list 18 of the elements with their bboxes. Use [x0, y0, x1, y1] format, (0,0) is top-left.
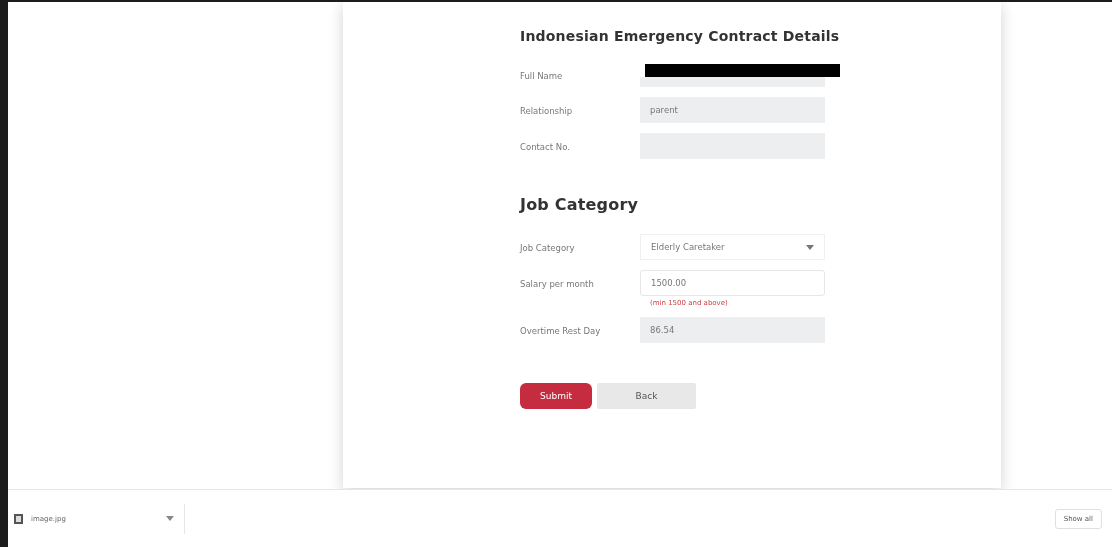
- field-label: Salary per month: [520, 278, 595, 289]
- caret-icon: [806, 244, 814, 250]
- field-label: Full Name: [520, 70, 564, 81]
- input-field[interactable]: 1500.00: [640, 270, 825, 296]
- field-label: Job Category: [520, 242, 576, 253]
- submit-button[interactable]: Submit: [520, 383, 592, 409]
- field-label: Overtime Rest Day: [520, 325, 602, 336]
- input-field[interactable]: [640, 77, 825, 87]
- section-title: Indonesian Emergency Contract Details: [520, 28, 841, 44]
- field-label: Contact No.: [520, 141, 571, 152]
- field-label: Relationship: [520, 105, 574, 116]
- section-title: Job Category: [520, 195, 640, 214]
- input-field[interactable]: parent: [640, 97, 825, 123]
- file-icon: [14, 513, 23, 524]
- caret-icon[interactable]: [166, 516, 174, 521]
- back-button[interactable]: Back: [597, 383, 696, 409]
- input-field[interactable]: 86.54: [640, 317, 825, 343]
- select-field[interactable]: Elderly Caretaker: [640, 234, 825, 260]
